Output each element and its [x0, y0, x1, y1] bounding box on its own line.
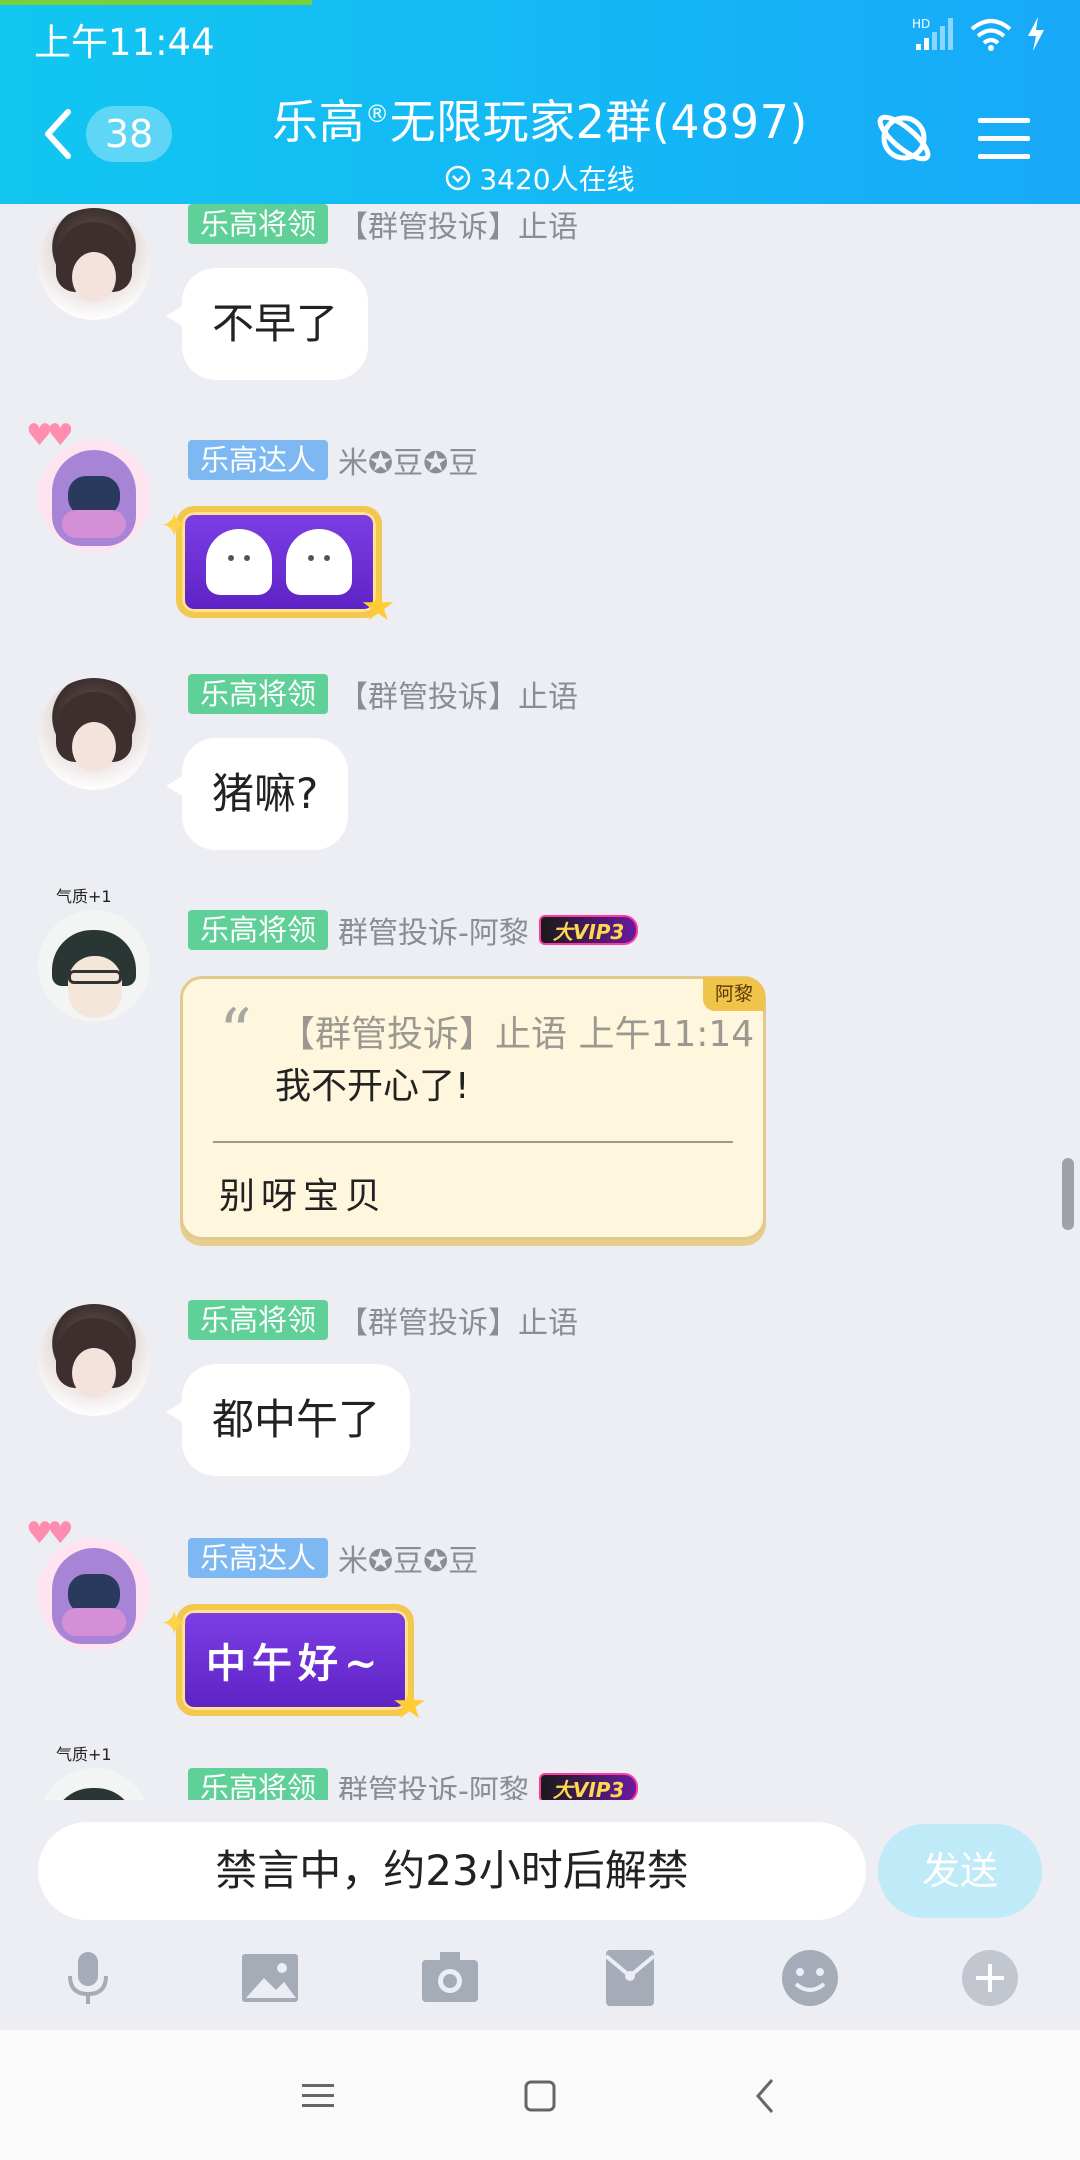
member-title-badge: 乐高将领 [188, 204, 329, 244]
system-back-button[interactable] [740, 2070, 792, 2122]
reply-text: 别呀宝贝 [219, 1176, 388, 1217]
sender-nickname[interactable]: 群管投诉-阿黎 [338, 1766, 529, 1800]
title-block[interactable]: 乐高®无限玩家2群(4897) 3420人在线 [240, 86, 840, 198]
voice-button[interactable] [56, 1946, 120, 2010]
network-label: HD [912, 17, 930, 31]
plus-icon [962, 1950, 1018, 2006]
sticker-message[interactable]: ✦ 中午好~ ★ [160, 1604, 428, 1728]
charging-icon [1028, 17, 1044, 51]
quoted-text: 我不开心了! [275, 1066, 470, 1107]
sender-nickname[interactable]: 群管投诉-阿黎 [338, 908, 529, 952]
avatar[interactable] [38, 440, 150, 552]
quoted-header: 【群管投诉】止语 上午11:14 [279, 1014, 755, 1055]
mic-icon [68, 1952, 108, 2004]
ghost-icon [206, 529, 272, 595]
sender-nickname[interactable]: 【群管投诉】止语 [338, 672, 578, 716]
back-button[interactable]: 38 [38, 102, 188, 166]
chevron-left-icon [756, 2079, 774, 2113]
image-icon [242, 1954, 298, 2002]
emoji-button[interactable] [778, 1946, 842, 2010]
avatar[interactable] [38, 910, 150, 1022]
status-time: 上午11:44 [34, 21, 215, 64]
emoji-icon [782, 1950, 838, 2006]
planet-icon [877, 114, 931, 162]
star-corner-icon: ★ [360, 584, 396, 630]
status-icons: HD [912, 14, 1046, 54]
send-button[interactable]: 发送 [878, 1824, 1042, 1918]
menu-lines-icon [302, 2084, 334, 2107]
quote-divider [213, 1141, 733, 1143]
ghost-icon [286, 529, 352, 595]
avatar-heart-decoration: ♥♥ [26, 418, 74, 453]
wifi-icon [970, 19, 1012, 51]
member-title-badge: 乐高将领 [188, 910, 329, 950]
member-title-badge: 乐高将领 [188, 674, 329, 714]
sender-row: 乐高将领 群管投诉-阿黎 大VIP3 [188, 1766, 639, 1800]
menu-button[interactable] [972, 106, 1036, 170]
avatar[interactable] [38, 1768, 150, 1800]
member-title-badge: 乐高将领 [188, 1300, 329, 1340]
group-title: 乐高®无限玩家2群(4897) [272, 95, 808, 149]
muted-message-field: 禁言中，约23小时后解禁 [38, 1822, 866, 1920]
recents-button[interactable] [292, 2070, 344, 2122]
quote-reply-card[interactable]: 阿黎 “ 【群管投诉】止语 上午11:14 我不开心了! 别呀宝贝 [180, 976, 766, 1240]
quote-mark-icon: “ [219, 996, 252, 1070]
red-packet-button[interactable] [598, 1946, 662, 2010]
message-bubble[interactable]: 不早了 [165, 268, 369, 380]
unread-badge: 38 [86, 106, 172, 162]
camera-icon [422, 1952, 478, 2002]
member-title-badge: 乐高将领 [188, 1768, 329, 1800]
message-bubble[interactable]: 都中午了 [165, 1364, 411, 1476]
avatar[interactable] [38, 1304, 150, 1416]
online-count-row[interactable]: 3420人在线 [240, 158, 840, 198]
avatar[interactable] [38, 208, 150, 320]
sender-nickname[interactable]: 米✪豆✪豆 [338, 1536, 478, 1580]
message-list[interactable]: 乐高将领 【群管投诉】止语 不早了 ♥♥ 乐高达人 米✪豆✪豆 ✦ ★ 乐高将领… [0, 204, 1080, 1800]
scrollbar-thumb[interactable] [1062, 1158, 1074, 1230]
member-title-badge: 乐高达人 [188, 440, 329, 480]
vip-badge: 大VIP3 [538, 915, 639, 945]
sparkle-icon: ✦ [160, 506, 189, 546]
sticker-message[interactable]: ✦ ★ [160, 506, 396, 630]
loading-progress-bar [0, 0, 312, 5]
input-area: 禁言中，约23小时后解禁 发送 [0, 1800, 1080, 2030]
star-corner-icon: ★ [391, 1682, 428, 1728]
square-icon [524, 2080, 556, 2112]
sticker-text: 中午好~ [206, 1640, 384, 1687]
online-count: 3420人在线 [479, 163, 635, 196]
avatar-decoration-text: 气质+1 [56, 887, 112, 906]
group-planet-button[interactable] [872, 106, 936, 170]
home-button[interactable] [514, 2070, 566, 2122]
sender-row: 乐高将领 【群管投诉】止语 [188, 204, 578, 246]
avatar-decoration-text: 气质+1 [56, 1745, 112, 1764]
menu-icon [978, 118, 1030, 159]
avatar[interactable] [38, 1538, 150, 1650]
avatar[interactable] [38, 678, 150, 790]
signal-icon: HD [912, 17, 953, 50]
sender-row: 乐高将领 群管投诉-阿黎 大VIP3 [188, 908, 639, 952]
chevron-left-icon [45, 109, 71, 159]
sender-row: 乐高将领 【群管投诉】止语 [188, 1298, 578, 1342]
sender-nickname[interactable]: 米✪豆✪豆 [338, 438, 478, 482]
message-bubble[interactable]: 猪嘛? [165, 738, 349, 850]
sender-row: 乐高达人 米✪豆✪豆 [188, 1536, 478, 1580]
sender-nickname[interactable]: 【群管投诉】止语 [338, 1298, 578, 1342]
member-title-badge: 乐高达人 [188, 1538, 329, 1578]
sparkle-icon: ✦ [160, 1604, 189, 1644]
vip-badge: 大VIP3 [538, 1773, 639, 1800]
camera-button[interactable] [418, 1946, 482, 2010]
sender-nickname[interactable]: 【群管投诉】止语 [338, 204, 578, 246]
photo-button[interactable] [238, 1946, 302, 2010]
chevron-circle-down-icon [446, 165, 471, 191]
red-packet-icon [604, 1950, 656, 2006]
system-navigation-bar [0, 2030, 1080, 2160]
more-button[interactable] [958, 1946, 1022, 2010]
sender-row: 乐高达人 米✪豆✪豆 [188, 438, 478, 482]
chat-header: 上午11:44 HD 38 乐高®无限玩家2群(4897) 3420人在线 [0, 0, 1080, 204]
avatar-heart-decoration: ♥♥ [26, 1516, 74, 1551]
sender-row: 乐高将领 【群管投诉】止语 [188, 672, 578, 716]
